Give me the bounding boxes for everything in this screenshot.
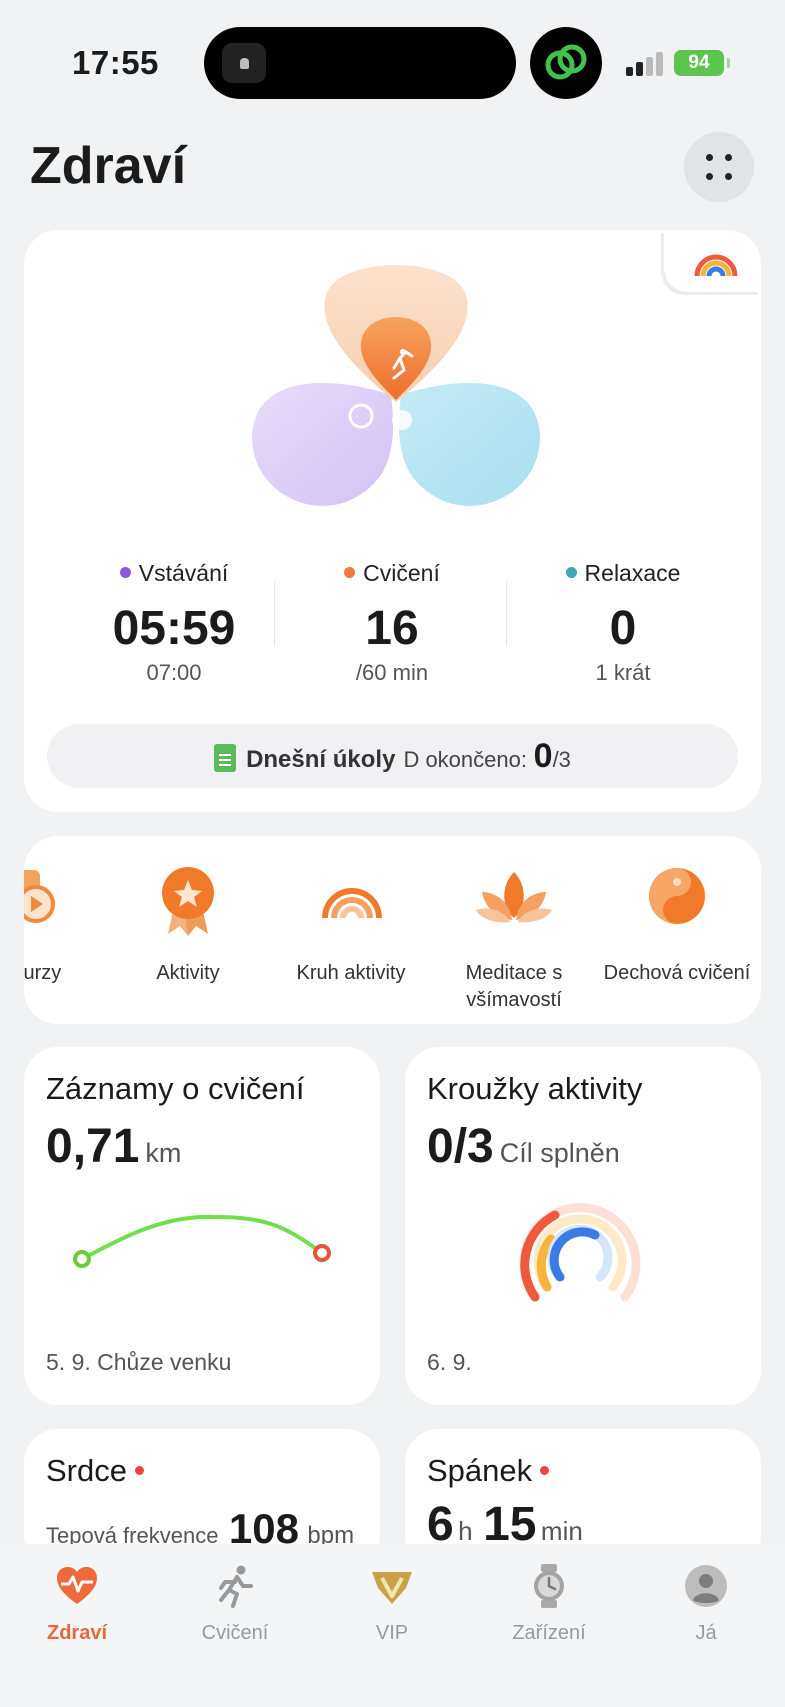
- battery-icon: 94: [674, 50, 730, 76]
- distance-unit: km: [145, 1138, 182, 1168]
- activity-petals-graphic: [251, 265, 541, 506]
- battery-level: 94: [688, 52, 710, 73]
- stat-value: 05:59: [112, 602, 236, 655]
- stat-exercise[interactable]: Cvičení 16 /60 min: [282, 560, 502, 686]
- tile-title: Kroužky aktivity: [427, 1071, 643, 1106]
- rings-graphic: [519, 1203, 641, 1302]
- activity-summary-card[interactable]: Vstávání 05:59 07:00 Cvičení 16 /60 min …: [24, 230, 761, 812]
- standing-dot-icon: [119, 567, 131, 578]
- linked-app-icon[interactable]: [530, 27, 602, 99]
- alert-dot-icon: [540, 1466, 550, 1475]
- nav-label: Zařízení: [512, 1622, 586, 1644]
- stat-standing[interactable]: Vstávání 05:59 07:00: [64, 560, 284, 686]
- profile-icon: [684, 1564, 728, 1608]
- tile-title: Záznamy o cvičení: [46, 1071, 305, 1106]
- vip-icon: [370, 1564, 414, 1608]
- nav-label: Já: [695, 1622, 717, 1644]
- nav-devices[interactable]: Zařízení: [484, 1564, 614, 1645]
- activity-rings-toggle[interactable]: [664, 230, 761, 292]
- heart-pulse-icon: [55, 1564, 99, 1608]
- bottom-navigation: Zdraví Cvičení VIP Zařízení Já: [0, 1544, 785, 1707]
- tasks-done: 0: [533, 737, 553, 775]
- quick-item-label: Dechová cvičení: [603, 962, 751, 984]
- breathing-icon: [649, 868, 705, 924]
- medal-icon: [162, 867, 214, 936]
- distance-value: 0,71 km: [46, 1119, 181, 1174]
- courses-icon: [24, 870, 55, 923]
- tasks-total: /3: [552, 747, 571, 772]
- sleep-title: Spánek: [427, 1453, 533, 1488]
- more-options-button[interactable]: [684, 132, 754, 202]
- distance-number: 0,71: [46, 1120, 140, 1173]
- stat-relax[interactable]: Relaxace 0 1 krát: [513, 560, 733, 686]
- tile-title: Spánek: [427, 1453, 550, 1489]
- tile-footer: 5. 9. Chůze venku: [46, 1349, 232, 1375]
- heart-title: Srdce: [46, 1453, 127, 1488]
- runner-icon: [213, 1564, 257, 1608]
- notification-icon: [222, 43, 266, 83]
- signal-icon: [626, 52, 666, 76]
- stat-target: 07:00: [146, 660, 202, 685]
- stat-label: Relaxace: [584, 560, 681, 586]
- document-icon: [214, 744, 237, 772]
- rings-value: 0/3 Cíl splněn: [427, 1119, 620, 1174]
- tile-title: Srdce: [46, 1453, 144, 1489]
- activity-ring-icon: [322, 888, 382, 919]
- relax-dot-icon: [565, 567, 577, 578]
- nav-vip[interactable]: VIP: [327, 1564, 457, 1645]
- quick-access-card: vé kurzy Aktivity Kruh aktivity Meditace…: [24, 836, 761, 1024]
- sleep-hours-unit: h: [458, 1516, 473, 1546]
- stat-value: 0: [609, 602, 637, 655]
- rainbow-rings-icon: [694, 254, 738, 277]
- quick-item-label: Meditace s všímavostí: [465, 962, 563, 1011]
- stat-divider: [506, 582, 507, 646]
- stat-target: /60 min: [355, 660, 429, 685]
- stat-label: Cvičení: [363, 560, 440, 586]
- stat-divider: [274, 582, 275, 646]
- daily-tasks-button[interactable]: Dnešní úkoly D okončeno: 0/3: [47, 724, 738, 788]
- tasks-prefix: D okončeno:: [403, 747, 527, 772]
- rings-number: 0/3: [427, 1120, 494, 1173]
- nav-exercise[interactable]: Cvičení: [170, 1564, 300, 1645]
- nav-me[interactable]: Já: [641, 1564, 771, 1645]
- exercise-dot-icon: [344, 567, 356, 578]
- activity-rings-card[interactable]: Kroužky aktivity 0/3 Cíl splněn 6. 9.: [405, 1047, 761, 1405]
- stat-value: 16: [365, 602, 419, 655]
- alert-dot-icon: [134, 1466, 144, 1475]
- quick-item-label: Kruh aktivity: [296, 962, 406, 984]
- watch-icon: [527, 1564, 571, 1608]
- nav-label: VIP: [375, 1622, 409, 1644]
- nav-label: Zdraví: [46, 1622, 108, 1644]
- tasks-label: Dnešní úkoly: [246, 746, 396, 773]
- rings-goal-text: Cíl splněn: [499, 1138, 620, 1168]
- route-graphic: [73, 1214, 331, 1268]
- quick-item-label: Aktivity: [156, 962, 220, 984]
- stat-label: Vstávání: [138, 560, 229, 586]
- stat-target: 1 krát: [595, 660, 651, 685]
- sleep-minutes-unit: min: [540, 1516, 583, 1546]
- dynamic-island: [204, 27, 516, 99]
- nav-label: Cvičení: [201, 1622, 269, 1644]
- exercise-records-card[interactable]: Záznamy o cvičení 0,71 km 5. 9. Chůze ven…: [24, 1047, 380, 1405]
- status-time: 17:55: [72, 44, 159, 81]
- tile-footer: 6. 9.: [427, 1349, 472, 1375]
- lotus-icon: [476, 872, 552, 923]
- page-title: Zdraví: [30, 137, 187, 195]
- nav-health[interactable]: Zdraví: [12, 1564, 142, 1645]
